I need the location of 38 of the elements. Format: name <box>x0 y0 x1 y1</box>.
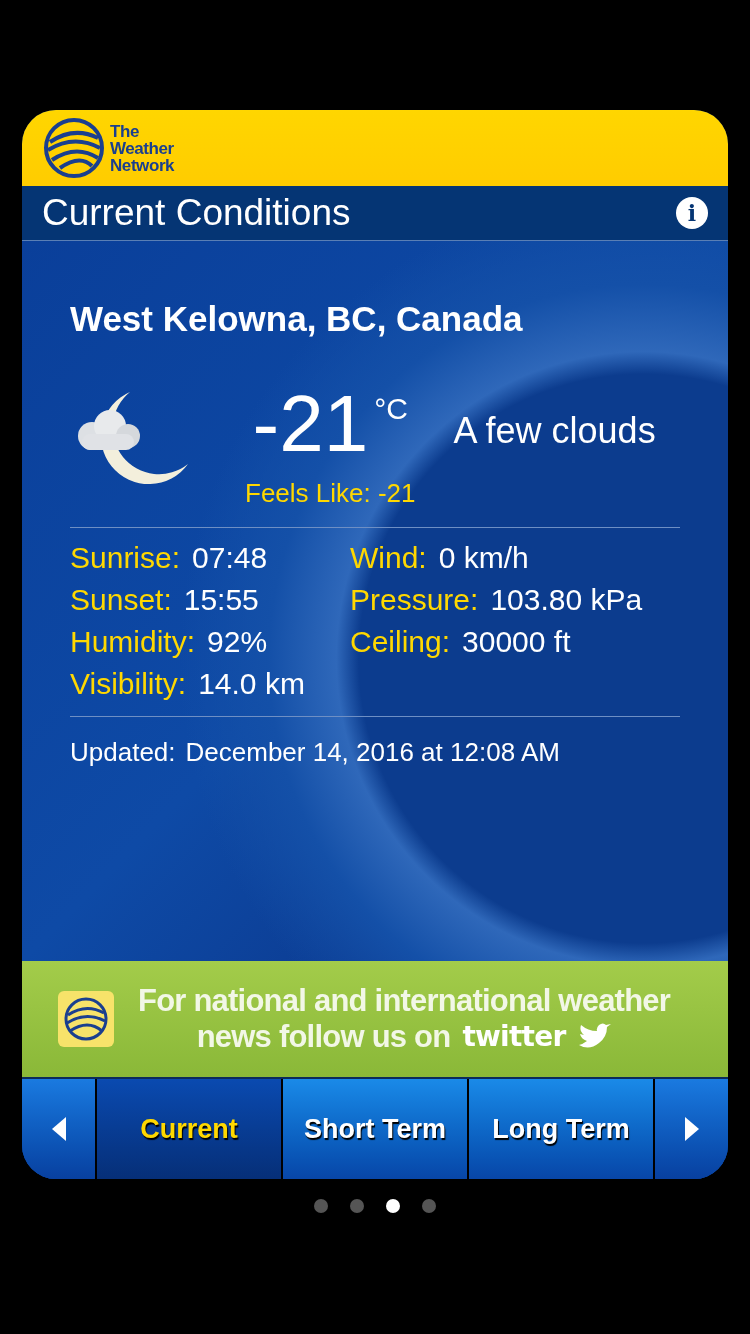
globe-logo-icon <box>58 991 114 1047</box>
tab[interactable]: Short Term <box>283 1079 469 1179</box>
stat-value: 92% <box>207 623 268 660</box>
condition-text: A few clouds <box>453 408 656 453</box>
updated-value: December 14, 2016 at 12:08 AM <box>185 735 560 769</box>
stat-value: 0 km/h <box>438 539 529 576</box>
next-arrow-button[interactable] <box>655 1079 728 1179</box>
stat-value: 30000 ft <box>462 623 571 660</box>
previous-arrow-button[interactable] <box>22 1079 97 1179</box>
feels-like: Feels Like: -21 <box>245 476 416 510</box>
screen-title: Current Conditions <box>42 191 351 236</box>
stat-label: Ceiling: <box>350 623 451 660</box>
stat-label: Pressure: <box>350 581 479 618</box>
stat-value: 07:48 <box>192 539 268 576</box>
stat-label: Wind: <box>350 539 427 576</box>
updated-label: Updated: <box>70 735 176 769</box>
tab[interactable]: Current <box>97 1079 283 1179</box>
bird-icon <box>577 1023 612 1051</box>
stat-value: 15:55 <box>183 581 259 618</box>
logo-text: Network <box>110 156 175 174</box>
location-name: West Kelowna, BC, Canada <box>70 298 524 340</box>
stat-label: Sunrise: <box>70 539 181 576</box>
banner-text: news follow us on <box>196 1019 451 1055</box>
banner-text: For national and international weather <box>138 983 671 1019</box>
logo-text: Weather <box>110 139 175 157</box>
info-button[interactable]: i <box>676 197 708 229</box>
globe-logo-icon <box>42 116 106 180</box>
stat-label: Humidity: <box>70 623 196 660</box>
stat-value: 103.80 kPa <box>490 581 643 618</box>
stat-label: Sunset: <box>70 581 172 618</box>
right-arrow-icon <box>684 1117 699 1141</box>
logo-text: The <box>110 122 140 140</box>
left-arrow-icon <box>51 1117 66 1141</box>
temperature-unit: °C <box>374 390 408 427</box>
stat-value: 14.0 km <box>198 665 305 702</box>
tab[interactable]: Long Term <box>469 1079 655 1179</box>
stat-label: Visibility: <box>70 665 187 702</box>
temperature: -21 <box>252 381 369 466</box>
